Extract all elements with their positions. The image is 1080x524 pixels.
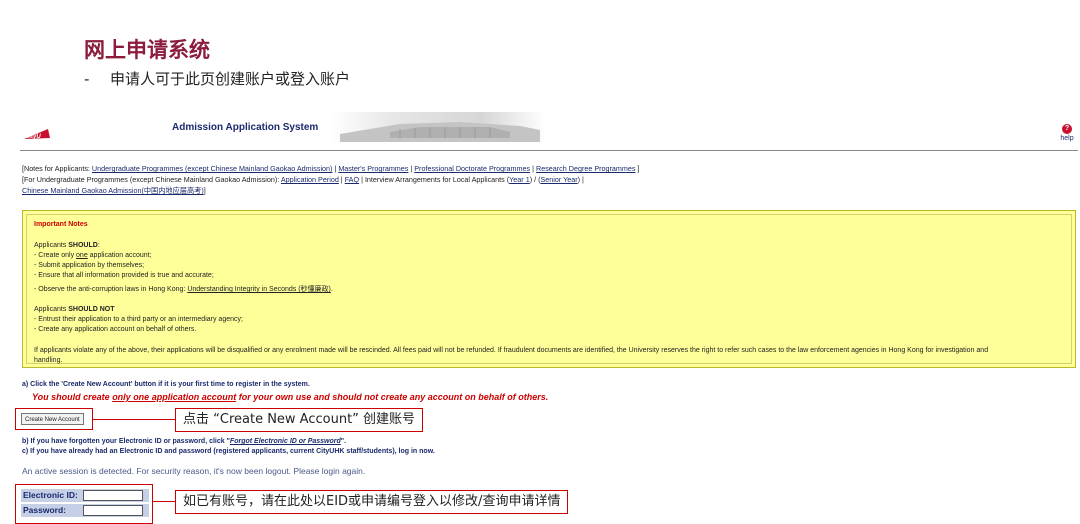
system-title: Admission Application System [172,122,319,133]
subtitle-text: 申请人可于此页创建账户或登入账户 [110,70,351,88]
link-undergraduate-notes[interactable]: Undergraduate Programmes (except Chinese… [92,164,333,173]
should-item-3: - Ensure that all information provided i… [34,272,214,279]
should-not-heading: Applicants SHOULD NOT [34,306,115,313]
forgot-eid-password-link[interactable]: Forgot Electronic ID or Password [230,438,341,445]
callout-connector-2 [153,501,175,502]
campus-banner-image [330,112,546,142]
session-message: An active session is detected. For secur… [22,466,366,476]
login-form-highlight: Electronic ID: Password: [15,484,153,524]
notes-title: Important Notes [34,221,88,228]
violation-text: If applicants violate any of the above, … [34,347,989,354]
login-callout: 如已有账号，请在此处以EID或申请编号登入以修改/查询申请详情 [175,490,569,514]
should-not-item-1: - Entrust their application to a third p… [34,316,243,323]
link-senior-year[interactable]: Senior Year [540,175,577,184]
important-notes-box: Important Notes Applicants SHOULD: - Cre… [22,210,1076,368]
step-c-text: c) If you have already had an Electronic… [22,448,435,455]
electronic-id-row: Electronic ID: [21,489,149,502]
logo-text: CityU [25,134,41,140]
subtitle-dash: - [84,70,90,88]
link-year-1[interactable]: Year 1 [509,175,530,184]
undergrad-nav-line: [For Undergraduate Programmes (except Ch… [22,175,584,184]
link-integrity[interactable]: Understanding Integrity in Seconds (秒懂廉政… [187,286,331,293]
link-application-period[interactable]: Application Period [281,175,339,184]
electronic-id-label: Electronic ID: [23,490,78,500]
should-not-item-2: - Create any application account on beha… [34,326,197,333]
password-input[interactable] [83,505,143,516]
step-b-text: b) If you have forgotten your Electronic… [22,438,347,445]
warning-text: You should create only one application a… [32,392,549,402]
link-gaokao-admission[interactable]: Chinese Mainland Gaokao Admission(中国内地应届… [22,186,204,195]
header-divider [20,150,1078,151]
create-new-account-button[interactable]: Create New Account [21,413,84,425]
help-label: help [1060,135,1074,142]
password-row: Password: [21,504,149,517]
create-account-callout: 点击 “Create New Account” 创建账号 [175,408,424,432]
should-item-2: - Submit application by themselves; [34,262,145,269]
help-link[interactable]: ? help [1058,124,1076,142]
slide-subtitle: - 申请人可于此页创建账户或登入账户 [84,68,350,89]
link-faq[interactable]: FAQ [345,175,359,184]
cityu-logo: CityU [24,129,50,140]
should-item-1: - Create only one application account; [34,252,152,259]
electronic-id-input[interactable] [83,490,143,501]
link-masters-notes[interactable]: Master's Programmes [338,164,408,173]
should-heading: Applicants SHOULD: [34,242,100,249]
callout-connector-1 [93,419,175,420]
violation-text-cont: handling. [34,357,63,364]
gaokao-nav-line: Chinese Mainland Gaokao Admission(中国内地应届… [22,186,206,195]
should-item-4: - Observe the anti-corruption laws in Ho… [34,286,333,293]
help-icon: ? [1062,124,1072,134]
step-a-text: a) Click the 'Create New Account' button… [22,381,310,388]
password-label: Password: [23,505,66,515]
link-research-degree-notes[interactable]: Research Degree Programmes [536,164,635,173]
link-professional-doctorate-notes[interactable]: Professional Doctorate Programmes [414,164,530,173]
notes-nav-line: [Notes for Applicants: Undergraduate Pro… [22,164,640,173]
create-account-highlight: Create New Account [15,408,93,430]
slide-title: 网上申请系统 [84,38,210,62]
